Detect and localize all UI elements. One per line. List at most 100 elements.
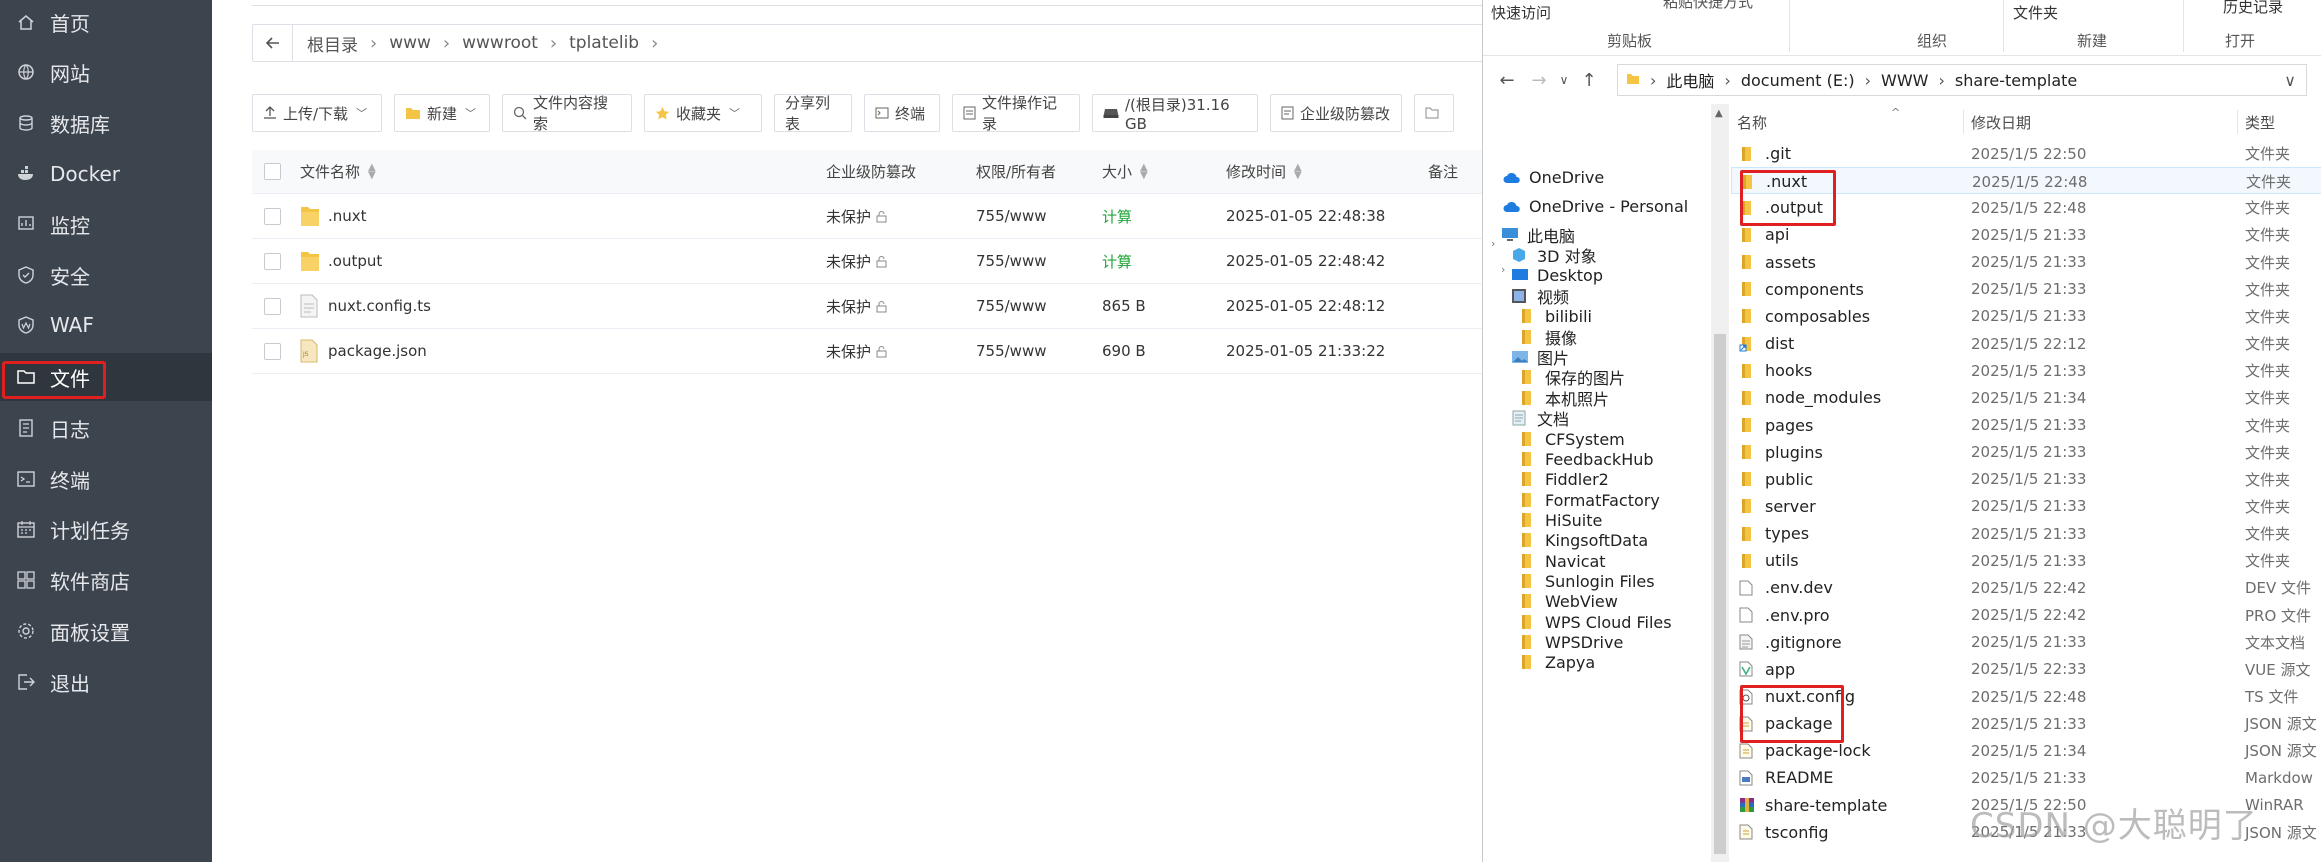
star-icon xyxy=(655,106,670,121)
table-row[interactable]: .nuxt 未保护 755/www 计算 2025-01-05 22:48:38 xyxy=(252,194,1492,239)
list-item[interactable]: .env.pro 2025/1/5 22:42 PRO 文件 xyxy=(1731,602,2321,629)
list-item[interactable]: types 2025/1/5 21:33 文件夹 xyxy=(1731,520,2321,547)
nav-scrollbar[interactable]: ▲ xyxy=(1711,104,1729,862)
protect-cell[interactable]: 未保护 xyxy=(826,284,888,328)
column-date[interactable]: 修改日期 xyxy=(1971,104,2031,140)
list-item[interactable]: utils 2025/1/5 21:33 文件夹 xyxy=(1731,547,2321,574)
nav-item-0[interactable]: OneDrive xyxy=(1503,162,1604,192)
table-row[interactable]: JS package.json 未保护 755/www 690 B 2025-01-05 … xyxy=(252,329,1492,374)
list-item[interactable]: plugins 2025/1/5 21:33 文件夹 xyxy=(1731,439,2321,466)
file-name-cell[interactable]: nuxt.config.ts xyxy=(300,284,431,328)
content-search-button[interactable]: 文件内容搜索 xyxy=(502,94,632,133)
file-name-cell[interactable]: .output xyxy=(300,239,382,283)
sidebar-item-0[interactable]: 首页 xyxy=(0,0,212,46)
perm-cell[interactable]: 755/www xyxy=(976,239,1047,283)
header-mtime[interactable]: 修改时间 ▲ ▼ xyxy=(1226,150,1302,193)
list-item[interactable]: .env.dev 2025/1/5 22:42 DEV 文件 xyxy=(1731,574,2321,601)
header-size[interactable]: 大小 ▲ ▼ xyxy=(1102,150,1148,193)
size-cell[interactable]: 计算 xyxy=(1102,239,1132,283)
table-row[interactable]: nuxt.config.ts 未保护 755/www 865 B 2025-01-05 … xyxy=(252,284,1492,329)
breadcrumb-wwwroot[interactable]: wwwroot xyxy=(462,33,538,53)
list-item[interactable]: app 2025/1/5 22:33 VUE 源文 xyxy=(1731,656,2321,683)
list-item[interactable]: README 2025/1/5 21:33 Markdow xyxy=(1731,764,2321,791)
share-list-button[interactable]: 分享列表 xyxy=(774,94,852,133)
list-item[interactable]: assets 2025/1/5 21:33 文件夹 xyxy=(1731,249,2321,276)
row-checkbox[interactable] xyxy=(264,252,281,270)
list-item[interactable]: node_modules 2025/1/5 21:34 文件夹 xyxy=(1731,384,2321,411)
nav-scroll-thumb[interactable] xyxy=(1714,334,1726,854)
forward-arrow-icon[interactable]: → xyxy=(1523,70,1555,91)
sidebar-item-10[interactable]: 计划任务 xyxy=(0,505,212,553)
row-checkbox[interactable] xyxy=(264,342,281,360)
file-icon: JS xyxy=(300,339,328,363)
recent-chevron-icon[interactable]: ∨ xyxy=(1555,73,1573,87)
sidebar-item-11[interactable]: 软件商店 xyxy=(0,556,212,604)
header-name[interactable]: 文件名称 ▲ ▼ xyxy=(300,150,376,193)
favorites-button[interactable]: 收藏夹 ﹀ xyxy=(644,94,762,132)
upload-download-button[interactable]: 上传/下载 ﹀ xyxy=(252,94,382,132)
protect-cell[interactable]: 未保护 xyxy=(826,239,888,283)
more-button[interactable] xyxy=(1414,94,1454,132)
breadcrumb-www[interactable]: www xyxy=(389,33,431,53)
list-item[interactable]: .git 2025/1/5 22:50 文件夹 xyxy=(1731,140,2321,167)
breadcrumb-root[interactable]: 根目录 xyxy=(307,31,358,56)
operation-log-button[interactable]: 文件操作记录 xyxy=(952,94,1080,133)
list-item[interactable]: components 2025/1/5 21:33 文件夹 xyxy=(1731,276,2321,303)
address-this-pc[interactable]: 此电脑 xyxy=(1666,68,1714,92)
protect-cell[interactable]: 未保护 xyxy=(826,194,888,238)
sidebar-item-4[interactable]: 监控 xyxy=(0,200,212,248)
nav-item-23[interactable]: Zapya xyxy=(1519,647,1595,677)
file-name-cell[interactable]: JS package.json xyxy=(300,329,427,373)
expand-chevron-icon[interactable]: › xyxy=(1501,254,1505,284)
list-item[interactable]: dist 2025/1/5 22:12 文件夹 xyxy=(1731,330,2321,357)
list-item[interactable]: server 2025/1/5 21:33 文件夹 xyxy=(1731,493,2321,520)
sidebar-item-8[interactable]: 日志 xyxy=(0,404,212,452)
address-share-template[interactable]: share-template xyxy=(1955,71,2077,90)
nav-item-1[interactable]: OneDrive - Personal xyxy=(1503,191,1688,221)
folder-button[interactable]: 文件夹 xyxy=(2013,2,2058,23)
select-all-checkbox[interactable] xyxy=(264,163,281,180)
list-item[interactable]: public 2025/1/5 21:33 文件夹 xyxy=(1731,466,2321,493)
column-type[interactable]: 类型 xyxy=(2245,104,2275,140)
sidebar-item-13[interactable]: 退出 xyxy=(0,658,212,706)
sidebar-item-2[interactable]: 数据库 xyxy=(0,99,212,147)
back-button[interactable] xyxy=(253,25,293,61)
list-item[interactable]: .gitignore 2025/1/5 21:33 文本文档 xyxy=(1731,629,2321,656)
row-checkbox[interactable] xyxy=(264,297,281,315)
perm-cell[interactable]: 755/www xyxy=(976,329,1047,373)
quick-access-label[interactable]: 快速访问 xyxy=(1491,2,1551,23)
new-button[interactable]: 新建 ﹀ xyxy=(394,94,490,132)
history-button[interactable]: 历史记录 xyxy=(2223,0,2283,17)
up-arrow-icon[interactable]: ↑ xyxy=(1573,70,1605,91)
address-bar[interactable]: › 此电脑 › document (E:) › WWW › share-temp… xyxy=(1617,64,2307,96)
perm-cell[interactable]: 755/www xyxy=(976,194,1047,238)
chevron-down-icon[interactable]: ∨ xyxy=(2284,71,2296,90)
list-item[interactable]: hooks 2025/1/5 21:33 文件夹 xyxy=(1731,357,2321,384)
disk-usage-button[interactable]: /(根目录)31.16 GB xyxy=(1092,94,1258,133)
sidebar-item-5[interactable]: 安全 xyxy=(0,251,212,299)
tamper-protect-button[interactable]: 企业级防篡改 xyxy=(1270,94,1402,132)
breadcrumb-tplatelib[interactable]: tplatelib xyxy=(569,33,639,53)
address-www[interactable]: WWW xyxy=(1881,71,1928,90)
list-item[interactable]: composables 2025/1/5 21:33 文件夹 xyxy=(1731,303,2321,330)
sidebar-item-12[interactable]: 面板设置 xyxy=(0,607,212,655)
paste-shortcut-button[interactable]: 粘贴快捷方式 xyxy=(1663,0,1753,12)
scroll-up-icon[interactable]: ▲ xyxy=(1715,108,1723,119)
protect-cell[interactable]: 未保护 xyxy=(826,329,888,373)
expand-chevron-icon[interactable]: › xyxy=(1491,228,1495,258)
terminal-button[interactable]: 终端 xyxy=(864,94,940,132)
address-drive[interactable]: document (E:) xyxy=(1741,71,1855,90)
column-name[interactable]: 名称 xyxy=(1737,104,1767,140)
perm-cell[interactable]: 755/www xyxy=(976,284,1047,328)
sidebar-item-9[interactable]: 终端 xyxy=(0,455,212,503)
sidebar-item-3[interactable]: Docker xyxy=(0,150,212,198)
list-item[interactable]: pages 2025/1/5 21:33 文件夹 xyxy=(1731,412,2321,439)
item-name: composables xyxy=(1765,306,1871,326)
size-cell[interactable]: 计算 xyxy=(1102,194,1132,238)
back-arrow-icon[interactable]: ← xyxy=(1491,70,1523,91)
table-row[interactable]: .output 未保护 755/www 计算 2025-01-05 22:48:42 xyxy=(252,239,1492,284)
sidebar-item-6[interactable]: WAF xyxy=(0,301,212,349)
row-checkbox[interactable] xyxy=(264,207,281,225)
file-name-cell[interactable]: .nuxt xyxy=(300,194,367,238)
sidebar-item-1[interactable]: 网站 xyxy=(0,48,212,96)
